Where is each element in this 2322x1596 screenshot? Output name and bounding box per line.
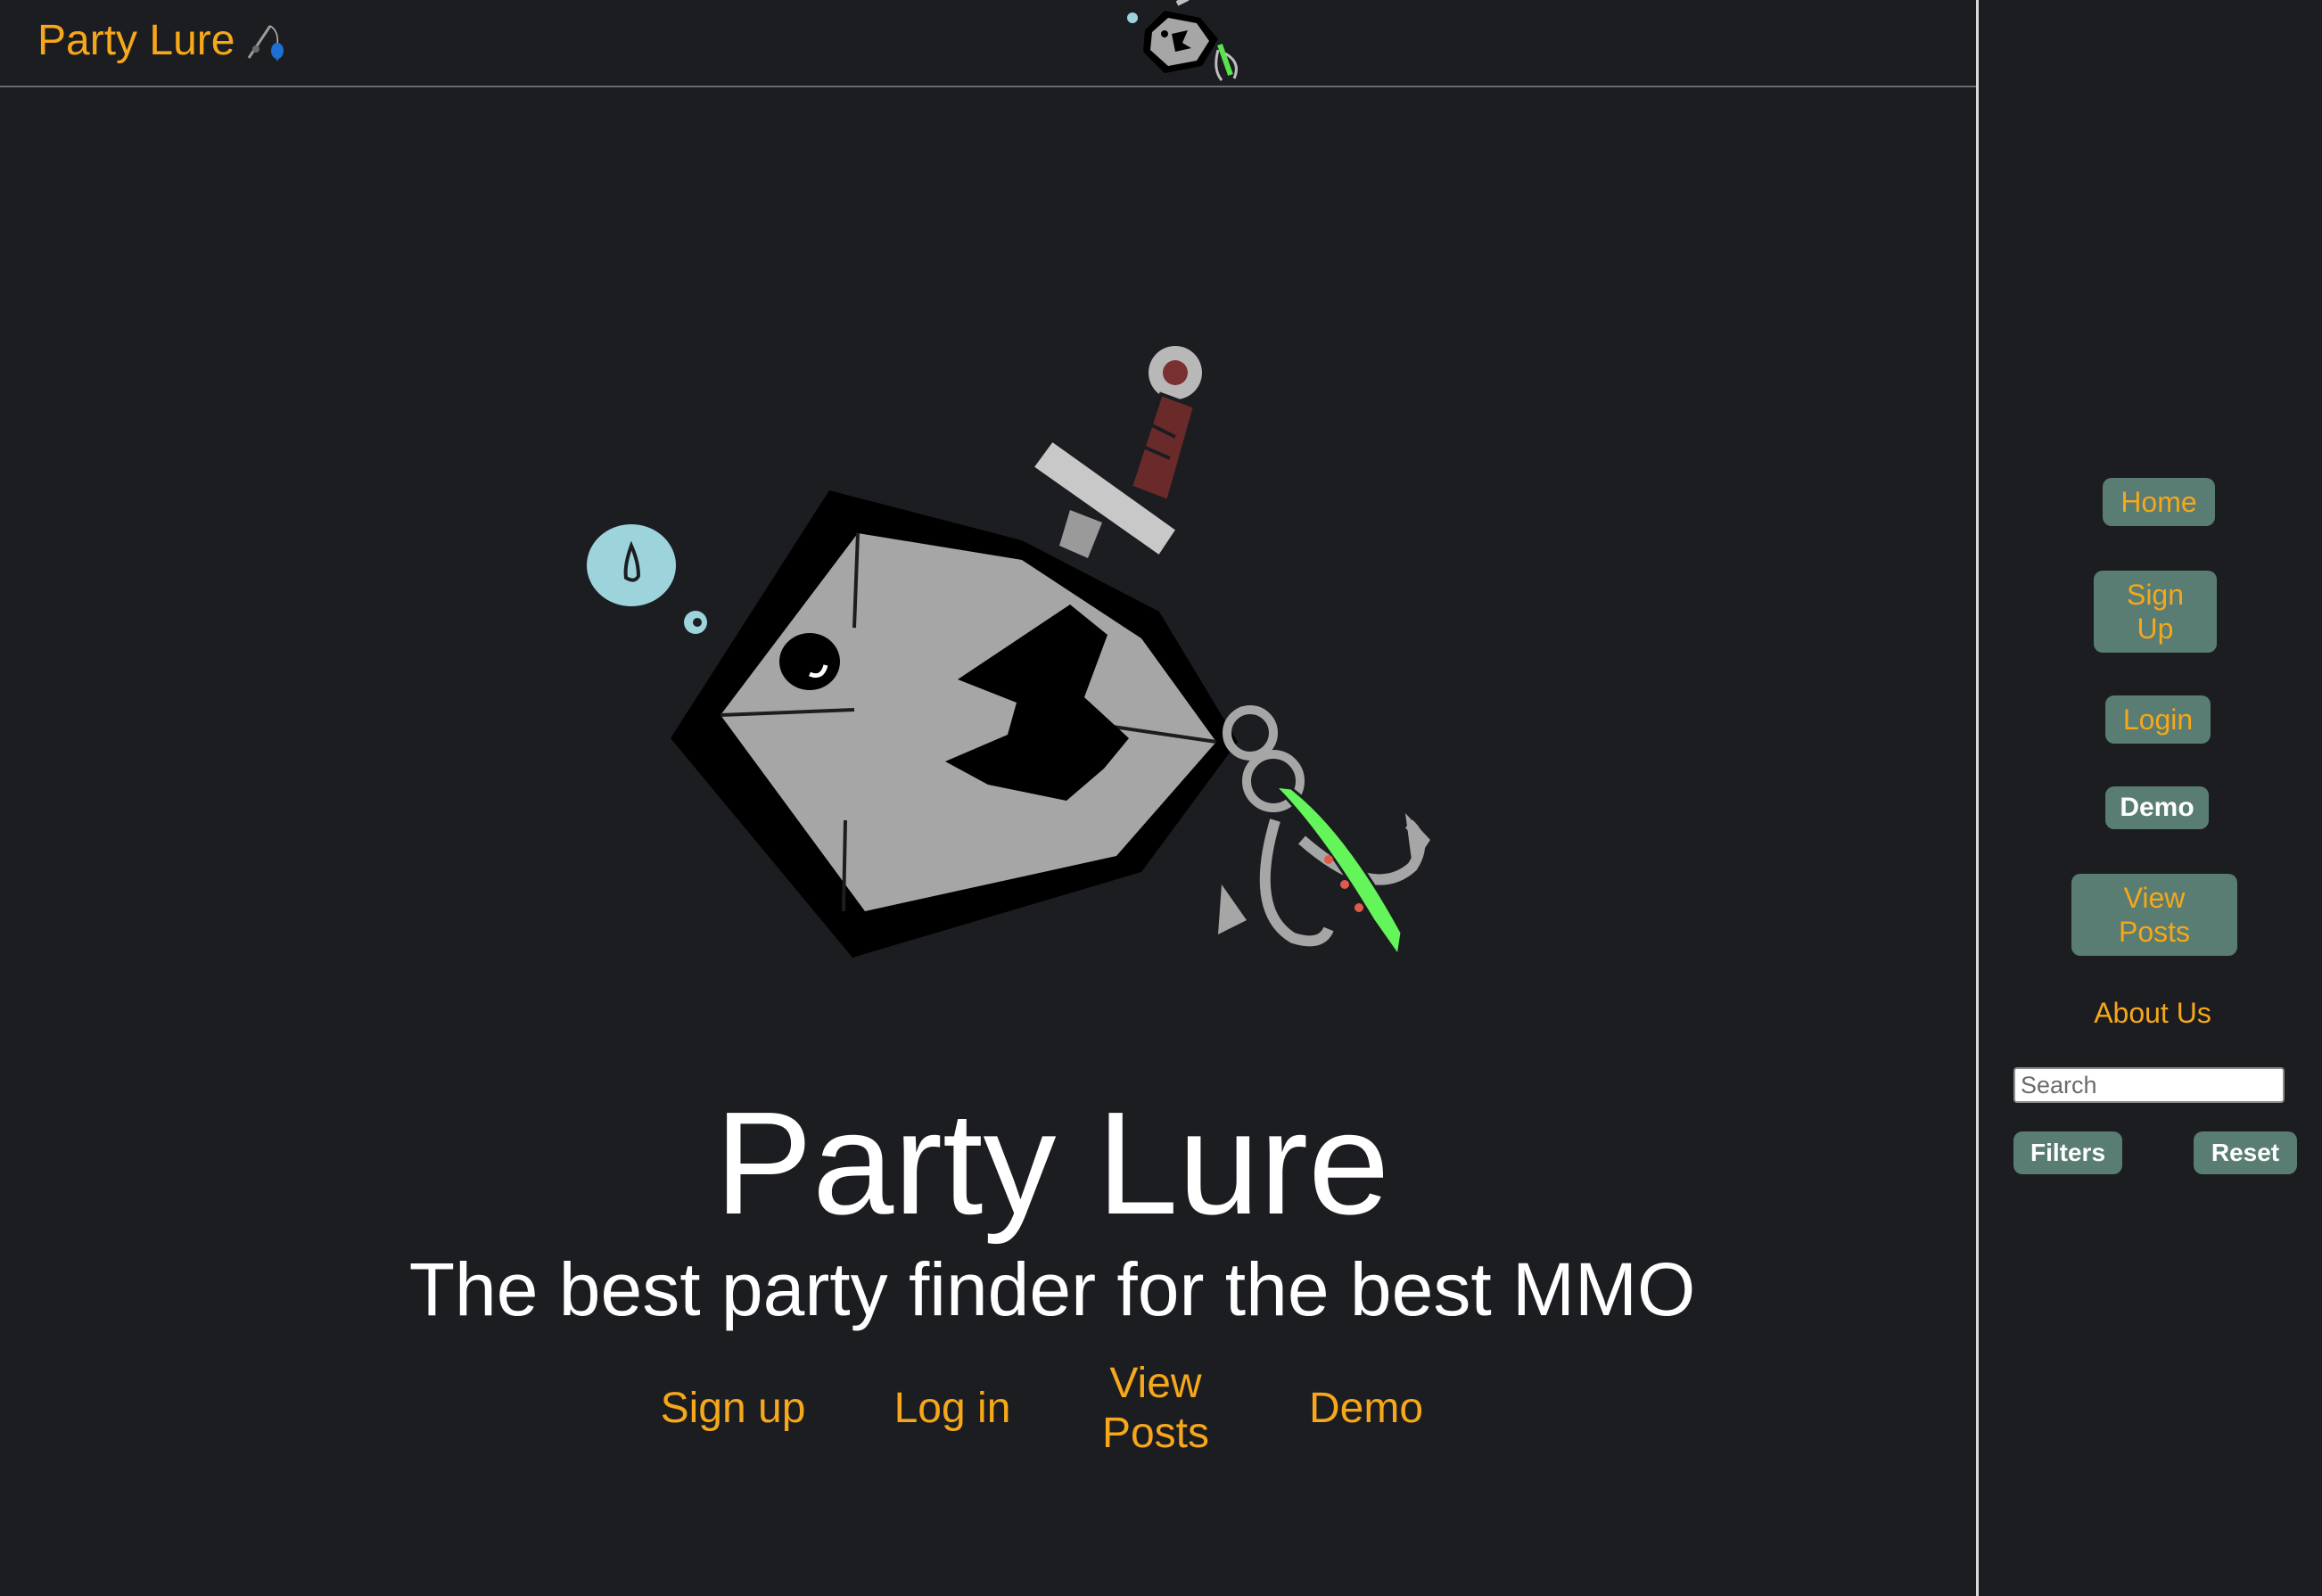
sidebar: Home Sign Up Login Demo View Posts About… [1979,0,2322,1596]
sidebar-about-link[interactable]: About Us [2068,995,2237,1031]
sidebar-signup-button[interactable]: Sign Up [2094,571,2217,653]
reset-button[interactable]: Reset [2194,1131,2297,1174]
filters-button[interactable]: Filters [2013,1131,2122,1174]
brand-name: Party Lure [37,17,235,64]
hero-view-posts-link[interactable]: View Posts [1084,1359,1227,1459]
sidebar-home-button[interactable]: Home [2103,478,2215,526]
fish-shield-logo [1127,0,1238,81]
hero-subtitle: The best party finder for the best MMO [408,1247,1696,1331]
hero-signup-link[interactable]: Sign up [644,1384,822,1434]
sidebar-demo-button[interactable]: Demo [2105,786,2209,829]
hero-demo-link[interactable]: Demo [1295,1384,1437,1434]
party-lure-logo [587,346,1430,959]
fishing-rod-icon [248,25,284,62]
sidebar-view-posts-button[interactable]: View Posts [2071,874,2237,956]
hero-title: Party Lure [714,1082,1390,1245]
search-input[interactable] [2013,1067,2285,1103]
sidebar-login-button[interactable]: Login [2105,695,2211,744]
main-content: Party Lure Party Lure The best party fin… [0,0,1976,1596]
hero-login-link[interactable]: Log in [872,1384,1033,1434]
top-navbar: Party Lure [0,0,1976,87]
brand-link[interactable]: Party Lure [37,12,288,70]
